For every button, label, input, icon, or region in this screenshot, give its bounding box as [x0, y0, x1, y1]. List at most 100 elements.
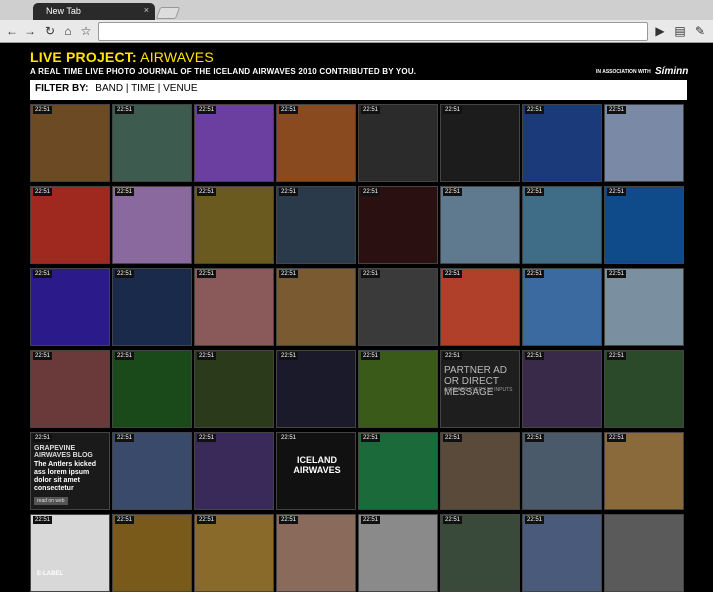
photo-tile[interactable]: 22:51: [194, 514, 274, 592]
browser-toolbar: ← → ↻ ⌂ ☆ ▶ ▤ ✎: [0, 20, 713, 43]
photo-tile[interactable]: 22:51: [604, 268, 684, 346]
photo-tile[interactable]: 22:51: [604, 432, 684, 510]
photo-tile[interactable]: 22:51: [112, 350, 192, 428]
photo-tile[interactable]: 22:51: [30, 104, 110, 182]
photo-tile[interactable]: 22:51: [604, 350, 684, 428]
photo-tile[interactable]: 22:51: [276, 186, 356, 264]
photo-tile[interactable]: 22:51: [276, 104, 356, 182]
photo-tile[interactable]: 22:51: [358, 186, 438, 264]
photo-timestamp: 22:51: [197, 516, 217, 524]
photo-tile[interactable]: 22:51 ICELAND AIRWAVES: [276, 432, 356, 510]
go-arrow-icon[interactable]: ▶: [652, 23, 668, 39]
photo-tile[interactable]: 22:51: [194, 104, 274, 182]
photo-timestamp: 22:51: [443, 352, 463, 360]
photo-tile[interactable]: 22:51: [112, 514, 192, 592]
photo-timestamp: 22:51: [33, 106, 53, 114]
filter-label: FILTER BY:: [35, 83, 89, 94]
photo-tile[interactable]: 22:51: [358, 350, 438, 428]
filter-venue[interactable]: VENUE: [163, 83, 197, 94]
photo-tile[interactable]: 22:51: [604, 186, 684, 264]
close-tab-icon[interactable]: ×: [144, 5, 149, 15]
photo-tile[interactable]: 22:51: [112, 186, 192, 264]
read-more-button[interactable]: read on web: [34, 497, 68, 505]
page-menu-icon[interactable]: ▤: [672, 23, 688, 39]
photo-tile[interactable]: 22:51: [30, 350, 110, 428]
reload-icon[interactable]: ↻: [42, 23, 58, 39]
photo-tile[interactable]: 22:51: [358, 104, 438, 182]
browser-chrome: New Tab × ← → ↻ ⌂ ☆ ▶ ▤ ✎: [0, 0, 713, 43]
photo-tile[interactable]: 22:51: [358, 432, 438, 510]
page-title: LIVE PROJECT: AIRWAVES: [30, 49, 214, 65]
logo-line-2: AIRWAVES: [293, 465, 341, 475]
photo-tile[interactable]: 22:51: [276, 350, 356, 428]
photo-timestamp: 22:51: [607, 352, 627, 360]
wrench-menu-icon[interactable]: ✎: [692, 23, 708, 39]
photo-tile[interactable]: 22:51: [194, 350, 274, 428]
photo-tile[interactable]: 22:51: [522, 104, 602, 182]
photo-tile[interactable]: 22:51: [440, 514, 520, 592]
photo-timestamp: 22:51: [115, 434, 135, 442]
photo-grid: 22:51 22:51 22:51 22:51 22:51 22:51 22:51 22:51…: [30, 104, 690, 592]
blog-excerpt: The Antlers kicked ass lorem ipsum dolor…: [34, 461, 96, 492]
photo-timestamp: 22:51: [607, 106, 627, 114]
filter-band[interactable]: BAND: [95, 83, 123, 94]
sponsor-logo[interactable]: Síminn: [655, 66, 688, 77]
photo-tile[interactable]: 22:51: [358, 514, 438, 592]
browser-tab[interactable]: New Tab ×: [33, 3, 155, 20]
photo-tile[interactable]: [604, 514, 684, 592]
photo-timestamp: 22:51: [197, 352, 217, 360]
photo-tile[interactable]: 22:51: [440, 186, 520, 264]
photo-timestamp: 22:51: [197, 434, 217, 442]
photo-tile[interactable]: 22:51: [440, 268, 520, 346]
photo-tile[interactable]: 22:51: [522, 432, 602, 510]
photo-tile[interactable]: 22:51: [194, 268, 274, 346]
photo-tile[interactable]: 22:51: [522, 350, 602, 428]
star-bookmark-icon[interactable]: ☆: [78, 23, 94, 39]
blog-tile[interactable]: 22:51 GRAPEVINE AIRWAVES BLOG The Antlers …: [30, 432, 110, 510]
partner-ad-tile[interactable]: 22:51 PARTNER AD OR DIRECT MESSAGE APPEARS …: [440, 350, 520, 428]
photo-tile[interactable]: 22:51: [604, 104, 684, 182]
photo-tile[interactable]: 22:51: [276, 514, 356, 592]
ad-text: PARTNER AD OR DIRECT MESSAGE: [444, 365, 519, 398]
photo-tile[interactable]: 22:51: [30, 268, 110, 346]
photo-tile[interactable]: 22:51: [358, 268, 438, 346]
home-icon[interactable]: ⌂: [60, 23, 76, 39]
photo-timestamp: 22:51: [443, 434, 463, 442]
back-arrow-icon[interactable]: ←: [4, 23, 20, 39]
ad-line-1: PARTNER AD: [444, 365, 507, 376]
page-content: LIVE PROJECT: AIRWAVES A REAL TIME LIVE …: [0, 43, 713, 592]
forward-arrow-icon[interactable]: →: [22, 23, 38, 39]
new-tab-button[interactable]: [155, 7, 181, 19]
photo-tile[interactable]: 22:51: [276, 268, 356, 346]
photo-timestamp: 22:51: [525, 106, 545, 114]
filter-time[interactable]: TIME: [131, 83, 155, 94]
iceland-airwaves-logo: ICELAND AIRWAVES: [287, 455, 347, 475]
photo-timestamp: 22:51: [279, 188, 299, 196]
photo-tile[interactable]: 22:51: [194, 432, 274, 510]
photo-tile[interactable]: 22:51: [522, 514, 602, 592]
photo-tile[interactable]: 22:51: [112, 432, 192, 510]
title-rest: AIRWAVES: [136, 49, 214, 65]
photo-tile[interactable]: 22:51: [30, 186, 110, 264]
photo-timestamp: 22:51: [279, 516, 299, 524]
photo-timestamp: 22:51: [279, 270, 299, 278]
photo-tile[interactable]: 22:51: [522, 186, 602, 264]
address-bar[interactable]: [98, 22, 648, 41]
photo-tile[interactable]: 22:51: [112, 268, 192, 346]
photo-tile[interactable]: 22:51: [440, 432, 520, 510]
photo-timestamp: 22:51: [361, 270, 381, 278]
photo-tile[interactable]: 22:51: [522, 268, 602, 346]
photo-timestamp: 22:51: [115, 188, 135, 196]
photo-timestamp: 22:51: [115, 516, 135, 524]
photo-tile[interactable]: 22:51: [112, 104, 192, 182]
logo-line-1: ICELAND: [297, 455, 337, 465]
photo-tile[interactable]: 22:51 E-LABEL: [30, 514, 110, 592]
photo-timestamp: 22:51: [607, 188, 627, 196]
photo-timestamp: 22:51: [443, 106, 463, 114]
filter-separator: |: [154, 83, 164, 94]
page-subtitle: A REAL TIME LIVE PHOTO JOURNAL OF THE IC…: [30, 67, 417, 76]
photo-tile[interactable]: 22:51: [440, 104, 520, 182]
photo-tile[interactable]: 22:51: [194, 186, 274, 264]
photo-timestamp: 22:51: [361, 106, 381, 114]
photo-timestamp: 22:51: [361, 434, 381, 442]
